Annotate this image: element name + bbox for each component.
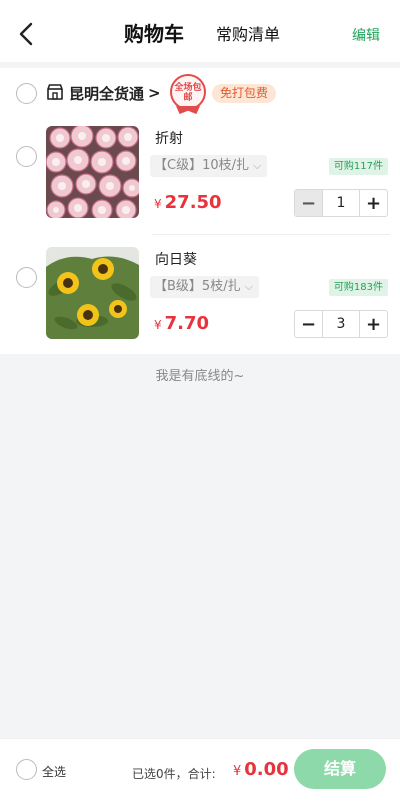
currency-symbol: ¥ [154,318,162,332]
price-value: 7.70 [164,313,210,334]
free-packing-badge: 免打包费 [212,84,277,103]
quantity-value[interactable]: 1 [322,190,360,216]
stock-badge: 可购117件 [328,158,388,175]
spec-label: 【C级】10枝/扎 [154,158,249,173]
decrease-button[interactable]: − [295,190,322,216]
spec-selector[interactable]: 【B级】5枝/扎 ⌵ [150,276,259,298]
currency-symbol: ¥ [154,197,162,211]
item-divider [152,234,390,235]
chevron-right-icon[interactable]: > [148,84,161,102]
select-all-checkbox[interactable] [16,759,37,780]
frequent-list-tab[interactable]: 常购清单 [216,21,280,45]
item-select-checkbox[interactable] [16,146,37,167]
quantity-stepper: − 3 + [294,310,388,338]
end-of-list-note: 我是有底线的~ [155,369,245,384]
product-image-sunflowers[interactable] [46,247,139,339]
select-all-label[interactable]: 全选 [42,763,66,780]
spec-selector[interactable]: 【C级】10枝/扎 ⌵ [150,155,268,177]
quantity-stepper: − 1 + [294,189,388,217]
stock-badge: 可购183件 [328,279,388,296]
store-select-checkbox[interactable] [16,83,37,104]
currency-symbol: ¥ [233,764,242,779]
top-bar: 购物车 常购清单 编辑 [0,0,400,62]
store-name[interactable]: 昆明全货通 [69,83,144,104]
chevron-down-icon: ⌵ [253,159,262,172]
chevron-down-icon: ⌵ [244,280,253,293]
cart-item: 向日葵 【B级】5枝/扎 ⌵ 可购183件 ¥7.70 − 3 + [0,247,400,357]
increase-button[interactable]: + [360,190,387,216]
checkout-button[interactable]: 结算 [294,749,386,789]
edit-button[interactable]: 编辑 [352,25,380,45]
price-value: 27.50 [164,192,222,213]
product-price: ¥27.50 [154,192,222,213]
store-card: 昆明全货通 > 全场包邮 免打包费 折射 【C级】10枝/扎 ⌵ 可购117件 … [0,68,400,354]
product-name: 向日葵 [155,252,197,268]
checkout-bar: 全选 已选0件，合计: ¥0.00 结算 [0,738,400,808]
spec-label: 【B级】5枝/扎 [154,279,241,294]
selection-summary: 已选0件，合计: [132,767,216,781]
item-select-checkbox[interactable] [16,267,37,288]
product-price: ¥7.70 [154,313,209,334]
store-icon [47,84,63,100]
back-arrow-icon[interactable] [14,20,42,48]
total-value: 0.00 [244,759,289,780]
free-shipping-stamp: 全场包邮 [170,74,206,110]
page-title: 购物车 [124,22,184,46]
product-name: 折射 [155,131,183,147]
increase-button[interactable]: + [360,311,387,337]
store-header: 昆明全货通 > 全场包邮 免打包费 [0,68,400,118]
cart-item: 折射 【C级】10枝/扎 ⌵ 可购117件 ¥27.50 − 1 + [0,126,400,236]
product-image-pink-roses[interactable] [46,126,139,218]
decrease-button[interactable]: − [295,311,322,337]
quantity-value[interactable]: 3 [322,311,360,337]
total-price: ¥0.00 [233,759,289,780]
